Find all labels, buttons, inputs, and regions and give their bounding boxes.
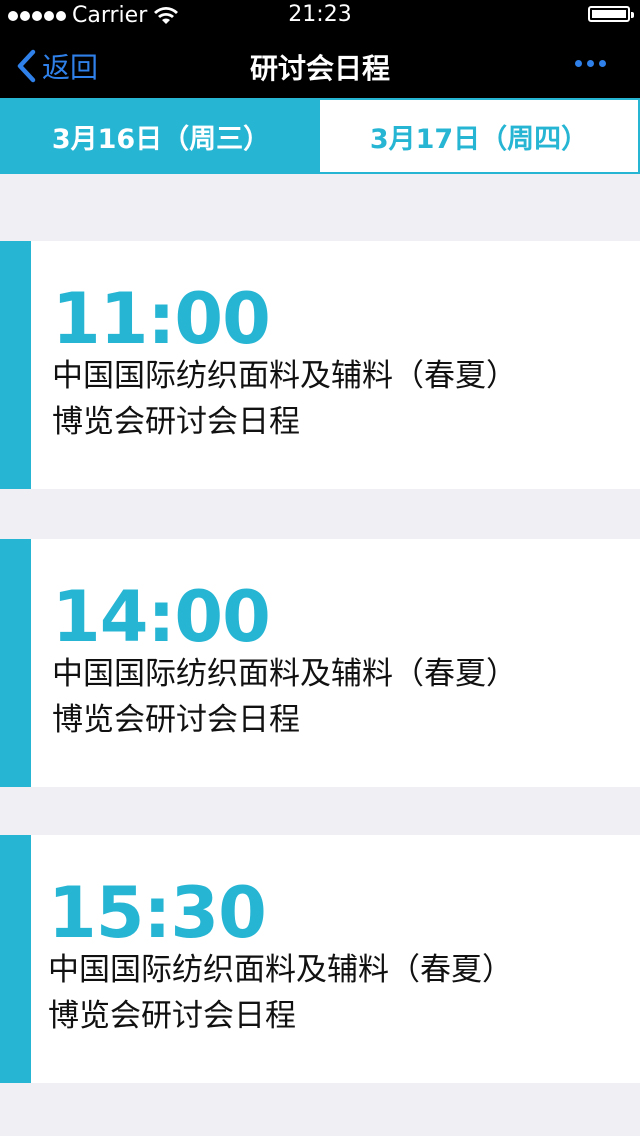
more-dot-icon: [587, 60, 594, 67]
description-line: 中国国际纺织面料及辅料（春夏）: [48, 952, 513, 988]
schedule-time: 14:00: [52, 576, 271, 658]
description-line: 博览会研讨会日程: [52, 702, 300, 738]
schedule-item[interactable]: 15:30 中国国际纺织面料及辅料（春夏） 博览会研讨会日程: [0, 835, 640, 1083]
schedule-item[interactable]: 14:00 中国国际纺织面料及辅料（春夏） 博览会研讨会日程: [0, 539, 640, 787]
status-time: 21:23: [288, 2, 352, 27]
status-bar: Carrier 21:23: [0, 0, 640, 30]
description-line: 中国国际纺织面料及辅料（春夏）: [52, 358, 517, 394]
battery-icon: [588, 6, 634, 22]
schedule-description: 中国国际纺织面料及辅料（春夏） 博览会研讨会日程: [48, 947, 588, 1039]
schedule-time: 11:00: [52, 278, 271, 360]
more-options-button[interactable]: [575, 60, 606, 67]
page-title: 研讨会日程: [249, 52, 390, 85]
tab-march-17[interactable]: 3月17日（周四）: [320, 100, 638, 172]
accent-bar: [0, 835, 31, 1083]
more-dot-icon: [599, 60, 606, 67]
description-line: 博览会研讨会日程: [52, 404, 300, 440]
description-line: 中国国际纺织面料及辅料（春夏）: [52, 656, 517, 692]
schedule-time: 15:30: [48, 872, 267, 954]
schedule-description: 中国国际纺织面料及辅料（春夏） 博览会研讨会日程: [52, 651, 592, 743]
schedule-item[interactable]: 11:00 中国国际纺织面料及辅料（春夏） 博览会研讨会日程: [0, 241, 640, 489]
schedule-description: 中国国际纺织面料及辅料（春夏） 博览会研讨会日程: [52, 353, 592, 445]
more-dot-icon: [575, 60, 582, 67]
navigation-bar: 返回 研讨会日程: [0, 30, 640, 98]
tab-march-16[interactable]: 3月16日（周三）: [2, 100, 320, 172]
accent-bar: [0, 539, 31, 787]
accent-bar: [0, 241, 31, 489]
date-tabs: 3月16日（周三） 3月17日（周四）: [0, 98, 640, 174]
description-line: 博览会研讨会日程: [48, 998, 296, 1034]
